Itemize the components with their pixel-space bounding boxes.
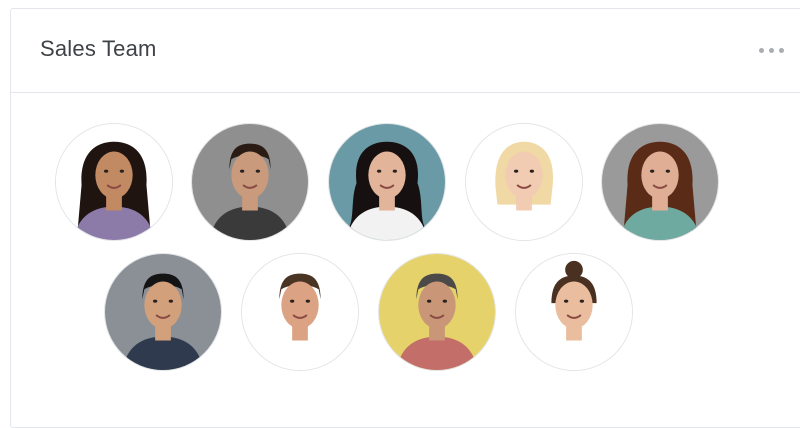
team-member-avatar[interactable] <box>465 123 583 241</box>
team-member-avatar[interactable] <box>55 123 173 241</box>
team-member-avatar[interactable] <box>241 253 359 371</box>
more-options-icon[interactable] <box>751 40 791 60</box>
sales-team-card: Sales Team <box>10 8 800 428</box>
team-member-avatar[interactable] <box>515 253 633 371</box>
card-title: Sales Team <box>40 36 157 61</box>
team-member-avatar[interactable] <box>191 123 309 241</box>
team-member-avatar[interactable] <box>601 123 719 241</box>
team-member-avatar[interactable] <box>104 253 222 371</box>
team-member-avatar[interactable] <box>328 123 446 241</box>
card-header: Sales Team <box>11 9 800 93</box>
team-member-avatar[interactable] <box>378 253 496 371</box>
